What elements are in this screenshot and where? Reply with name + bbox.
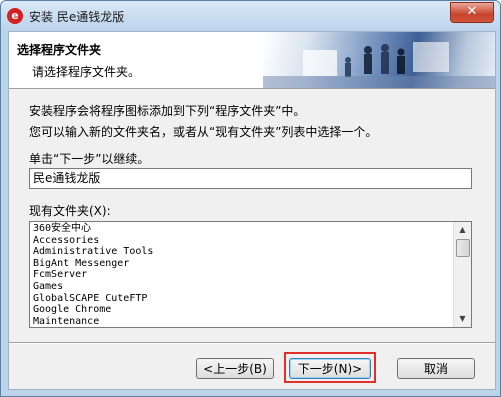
app-logo-icon: e — [7, 8, 23, 24]
existing-folders-list[interactable]: 360安全中心 Accessories Administrative Tools… — [29, 221, 472, 328]
header-banner-image — [263, 32, 495, 88]
folder-item[interactable]: Accessories — [33, 235, 153, 247]
instruction-line-3: 单击“下一步”以继续。 — [29, 152, 150, 166]
scroll-up-arrow-icon[interactable]: ▲ — [454, 222, 471, 238]
page-subtitle: 请选择程序文件夹。 — [32, 65, 141, 79]
existing-folders-label: 现有文件夹(X): — [29, 204, 111, 218]
banner-people-graphic — [263, 42, 495, 88]
folder-item[interactable]: 360安全中心 — [33, 223, 153, 235]
close-button[interactable]: ✕ — [450, 2, 494, 23]
folder-items: 360安全中心 Accessories Administrative Tools… — [33, 223, 153, 327]
instruction-line-1: 安装程序会将程序图标添加到下列“程序文件夹”中。 — [29, 104, 306, 118]
program-folder-input[interactable]: 民e通钱龙版 — [29, 168, 472, 189]
list-scrollbar[interactable]: ▲ ▼ — [453, 222, 471, 327]
back-button[interactable]: <上一步(B) — [196, 358, 274, 379]
folder-item[interactable]: BigAnt Messenger — [33, 258, 153, 270]
title-bar[interactable]: e 安装 民e通钱龙版 ✕ — [1, 1, 500, 31]
instruction-line-2: 您可以输入新的文件夹名，或者从“现有文件夹”列表中选择一个。 — [29, 125, 378, 139]
folder-item[interactable]: Administrative Tools — [33, 246, 153, 258]
folder-item[interactable]: FcmServer — [33, 269, 153, 281]
window-title: 安装 民e通钱龙版 — [29, 10, 125, 24]
page-title: 选择程序文件夹 — [17, 43, 102, 57]
footer-divider — [9, 342, 495, 344]
scroll-down-arrow-icon[interactable]: ▼ — [454, 311, 471, 327]
next-button-highlight-box — [284, 352, 376, 383]
folder-item[interactable]: Maintenance — [33, 316, 153, 327]
wizard-header: 选择程序文件夹 请选择程序文件夹。 — [9, 32, 495, 89]
folder-item[interactable]: GlobalSCAPE CuteFTP — [33, 293, 153, 305]
cancel-button[interactable]: 取消 — [397, 358, 475, 379]
scroll-thumb[interactable] — [456, 239, 470, 257]
installer-window: e 安装 民e通钱龙版 ✕ 选择程序文件夹 请选择程序文件夹。 安装程序会将程序… — [0, 0, 501, 397]
folder-item[interactable]: Games — [33, 281, 153, 293]
folder-item[interactable]: Google Chrome — [33, 304, 153, 316]
dialog-client-area: 选择程序文件夹 请选择程序文件夹。 安装程序会将程序图标添加到下列“程序文件夹”… — [8, 31, 496, 390]
